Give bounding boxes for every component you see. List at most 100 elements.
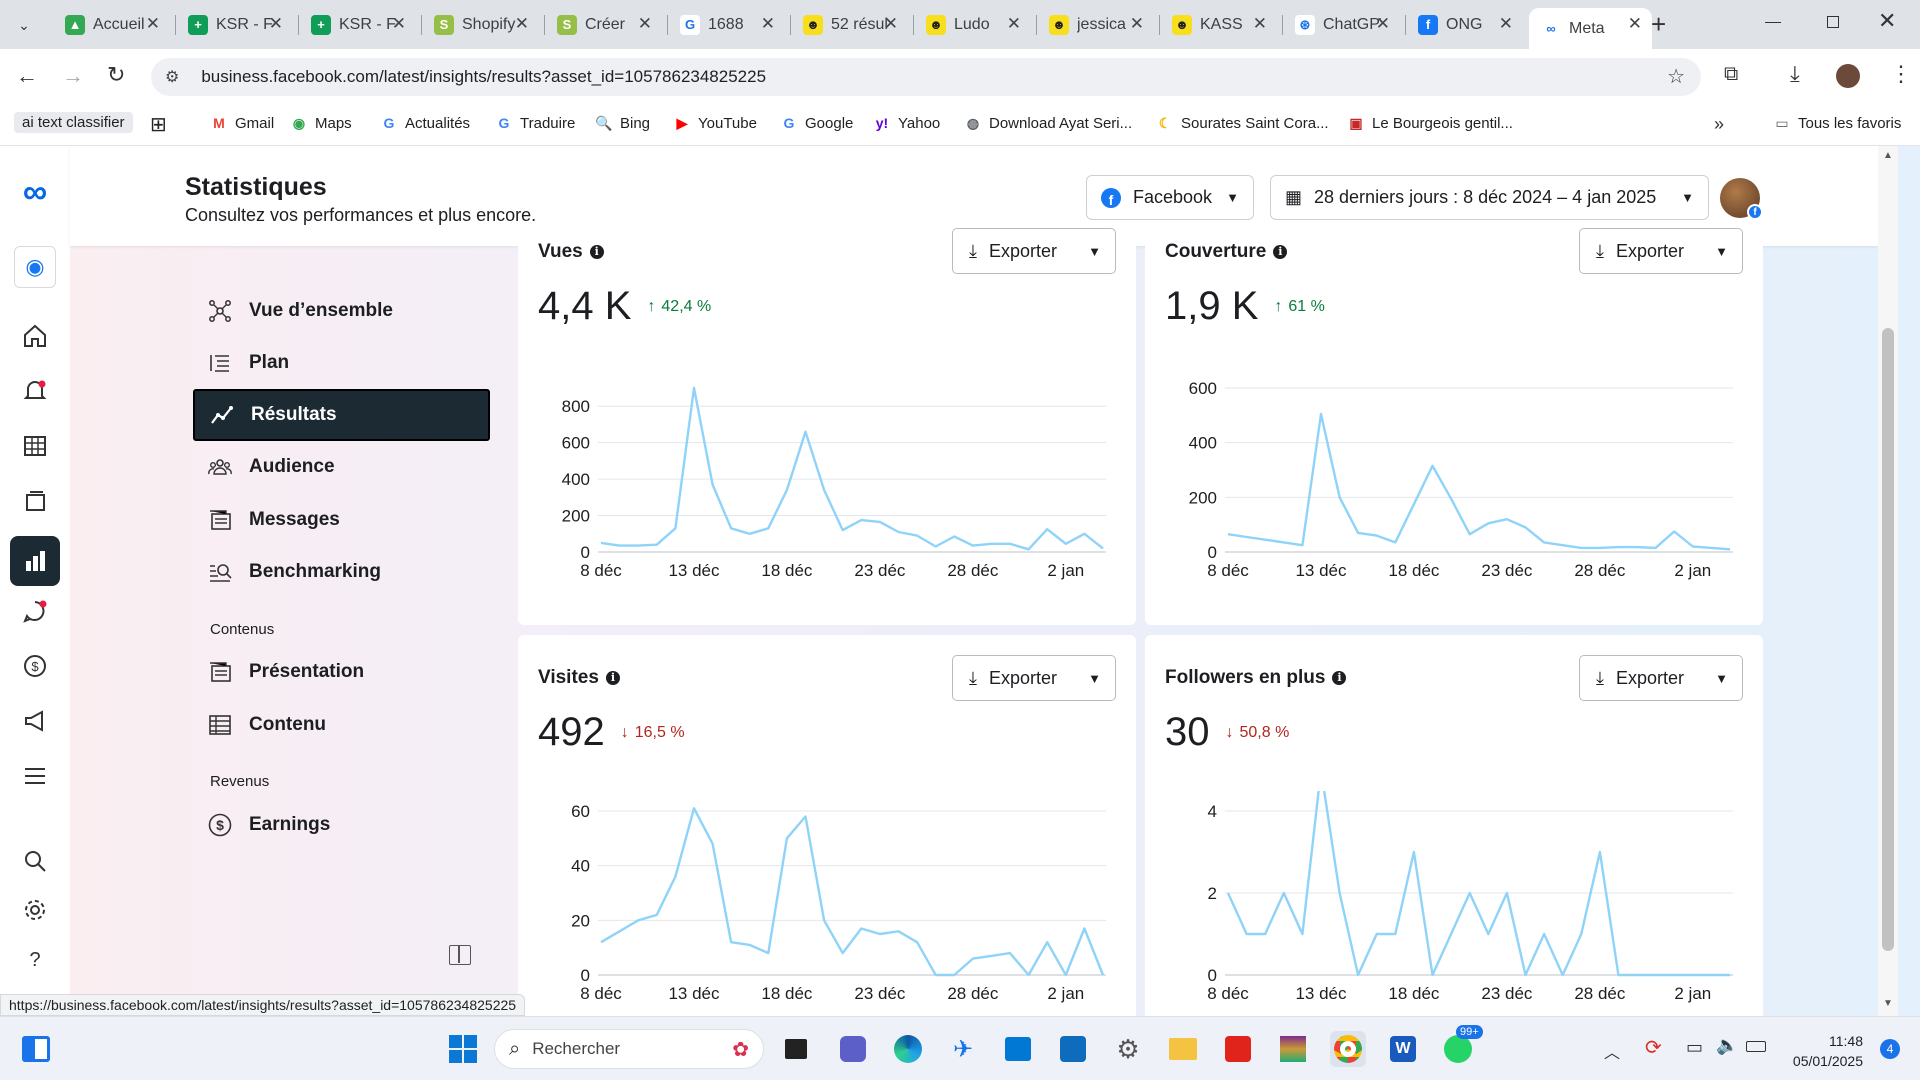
page-avatar[interactable]: ◉: [14, 246, 56, 288]
bookmark-item[interactable]: G Actualités: [380, 114, 471, 132]
tab-close-icon[interactable]: ✕: [392, 14, 406, 34]
battery-icon[interactable]: [1746, 1041, 1766, 1052]
browser-tab[interactable]: + KSR - Feuille✕: [299, 8, 416, 41]
platform-selector[interactable]: f Facebook ▼: [1086, 175, 1254, 220]
reload-icon[interactable]: ↻: [107, 62, 125, 88]
browser-tab[interactable]: ☻ Ludo ✕: [914, 8, 1031, 41]
nav-earnings[interactable]: $ Earnings: [193, 799, 490, 851]
posts-icon[interactable]: [17, 483, 53, 519]
store-icon[interactable]: [1000, 1031, 1036, 1067]
apps-grid-icon[interactable]: ⊞: [150, 112, 167, 137]
downloads-icon[interactable]: ⤓: [1790, 61, 1800, 87]
browser-tab[interactable]: ☻ jessica ✕: [1037, 8, 1154, 41]
taskbar-search[interactable]: ⌕ Rechercher ✿: [494, 1029, 764, 1069]
browser-tab[interactable]: ☻ KASS ✕: [1160, 8, 1277, 41]
nav-overview[interactable]: Vue d’ensemble: [193, 285, 490, 337]
tab-close-icon[interactable]: ✕: [1376, 14, 1390, 34]
start-icon[interactable]: [445, 1031, 481, 1067]
tab-close-icon[interactable]: ✕: [1130, 14, 1144, 34]
edge-icon[interactable]: [890, 1031, 926, 1067]
settings-icon[interactable]: [17, 892, 53, 928]
nav-content[interactable]: Contenu: [193, 699, 490, 751]
info-icon[interactable]: [1273, 245, 1288, 259]
monetization-icon[interactable]: $: [17, 648, 53, 684]
bookmark-item[interactable]: ◉ Maps: [290, 114, 352, 132]
nav-results[interactable]: Résultats: [193, 389, 490, 441]
account-avatar[interactable]: f: [1720, 178, 1763, 220]
search-icon[interactable]: [17, 843, 53, 879]
help-icon[interactable]: ?: [17, 942, 53, 978]
meta-logo[interactable]: ∞: [12, 173, 58, 211]
back-icon[interactable]: ←: [16, 63, 38, 89]
date-range-selector[interactable]: ▦ 28 derniers jours : 8 déc 2024 – 4 jan…: [1270, 175, 1709, 220]
bookmark-item[interactable]: M Gmail: [210, 114, 274, 132]
inbox-icon[interactable]: [17, 593, 53, 629]
word-icon[interactable]: W: [1385, 1031, 1421, 1067]
bookmark-item[interactable]: ☾ Sourates Saint Cora...: [1156, 114, 1329, 132]
teams-icon[interactable]: [835, 1031, 871, 1067]
ads-icon[interactable]: [17, 703, 53, 739]
settings-gear-icon[interactable]: ⚙: [1110, 1031, 1146, 1067]
browser-tab[interactable]: f ONG ✕: [1406, 8, 1523, 41]
tab-close-icon[interactable]: ✕: [1499, 14, 1513, 34]
tab-close-icon[interactable]: ✕: [1007, 14, 1021, 34]
archive-icon[interactable]: [1275, 1031, 1311, 1067]
bookmark-item[interactable]: G Traduire: [495, 114, 576, 132]
bookmark-item[interactable]: y! Yahoo: [873, 114, 941, 132]
nav-audience[interactable]: Audience: [193, 441, 490, 493]
bookmark-item[interactable]: ◍ Download Ayat Seri...: [964, 114, 1132, 132]
tab-close-icon[interactable]: ✕: [269, 14, 283, 34]
browser-menu-icon[interactable]: ⋮: [1890, 61, 1912, 87]
more-bookmarks-icon[interactable]: »: [1714, 114, 1724, 135]
volume-icon[interactable]: 🔈: [1716, 1035, 1738, 1056]
home-icon[interactable]: [17, 318, 53, 354]
network-icon[interactable]: ▭: [1686, 1037, 1703, 1058]
nav-benchmarking[interactable]: Benchmarking: [193, 546, 490, 598]
nav-plan[interactable]: Plan: [193, 337, 490, 389]
tab-close-icon[interactable]: ✕: [761, 14, 775, 34]
notifications-icon[interactable]: [17, 373, 53, 409]
tab-search-button[interactable]: ⌄: [10, 12, 38, 38]
tab-close-icon[interactable]: ✕: [146, 14, 160, 34]
clock[interactable]: 11:48 05/01/2025: [1783, 1031, 1863, 1071]
nav-messages[interactable]: Messages: [193, 494, 490, 546]
browser-tab[interactable]: ⊛ ChatGPT✕: [1283, 8, 1400, 41]
bookmark-item[interactable]: 🔍 Bing: [595, 114, 650, 132]
nav-presentation[interactable]: Présentation: [193, 646, 490, 698]
address-bar[interactable]: ⚙ business.facebook.com/latest/insights/…: [151, 58, 1701, 96]
task-view-icon[interactable]: [778, 1031, 814, 1067]
browser-tab[interactable]: + KSR - Feuille✕: [176, 8, 293, 41]
tab-close-icon[interactable]: ✕: [1253, 14, 1267, 34]
close-window-button[interactable]: ✕: [1878, 8, 1896, 34]
page-scrollbar[interactable]: ▲ ▼: [1878, 146, 1898, 1016]
notification-badge[interactable]: 4: [1880, 1039, 1900, 1059]
profile-avatar[interactable]: [1836, 64, 1860, 88]
browser-tab[interactable]: G 1688 ✕: [668, 8, 785, 41]
scroll-up-icon[interactable]: ▲: [1883, 150, 1893, 161]
extensions-icon[interactable]: ⧉: [1724, 63, 1738, 86]
bookmark-item[interactable]: G Google: [780, 114, 854, 132]
chrome-icon[interactable]: [1330, 1031, 1366, 1067]
site-settings-icon[interactable]: ⚙: [165, 67, 179, 87]
browser-tab[interactable]: ∞ Meta ✕: [1529, 8, 1652, 49]
widgets-icon[interactable]: [18, 1031, 54, 1067]
insights-icon[interactable]: [10, 536, 60, 586]
bookmark-item[interactable]: ▣ Le Bourgeois gentil...: [1347, 114, 1513, 132]
info-icon[interactable]: [605, 671, 620, 685]
scroll-down-icon[interactable]: ▼: [1883, 998, 1893, 1009]
tab-close-icon[interactable]: ✕: [638, 14, 652, 34]
export-button[interactable]: ⤓ Exporter ▼: [952, 655, 1116, 701]
all-favorites[interactable]: ▭ Tous les favoris: [1773, 114, 1901, 132]
outlook-icon[interactable]: [1055, 1031, 1091, 1067]
bookmark-item[interactable]: ai text classifier: [14, 112, 133, 133]
bookmark-item[interactable]: ▶ YouTube: [673, 114, 757, 132]
tab-close-icon[interactable]: ✕: [884, 14, 898, 34]
show-hidden-icons[interactable]: ︿: [1604, 1039, 1620, 1063]
menu-icon[interactable]: [17, 758, 53, 794]
info-icon[interactable]: [1332, 671, 1347, 685]
browser-tab[interactable]: S Créer ✕: [545, 8, 662, 41]
pdf-icon[interactable]: [1220, 1031, 1256, 1067]
browser-tab[interactable]: ▲ Accueil ✕: [53, 8, 170, 41]
file-explorer-icon[interactable]: [1165, 1031, 1201, 1067]
whatsapp-icon[interactable]: 99+: [1440, 1025, 1483, 1067]
